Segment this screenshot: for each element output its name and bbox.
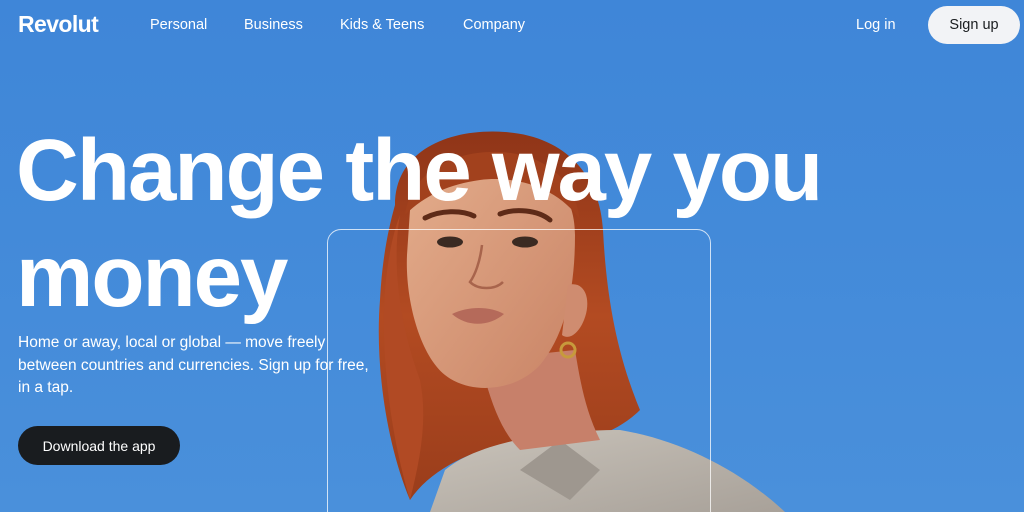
signup-button[interactable]: Sign up <box>928 6 1020 44</box>
hero-subtitle-line3: in a tap. <box>18 379 74 396</box>
nav-company[interactable]: Company <box>463 17 525 33</box>
hero-subtitle-line2: between countries and currencies. Sign u… <box>18 356 369 374</box>
hero-headline-line2: money <box>16 228 288 325</box>
download-app-button[interactable]: Download the app <box>18 426 180 465</box>
nav-personal[interactable]: Personal <box>150 17 207 33</box>
hero-subtitle: Home or away, local or global — move fre… <box>18 332 418 400</box>
revolut-logo[interactable]: Revolut <box>18 11 99 38</box>
hero-headline-line1: Change the way you <box>16 122 823 219</box>
nav-kids-teens[interactable]: Kids & Teens <box>340 17 424 33</box>
hero-subtitle-line1: Home or away, local or global — move fre… <box>18 334 326 351</box>
nav-business[interactable]: Business <box>244 17 303 33</box>
revolut-landing-page: Revolut Personal Business Kids & Teens C… <box>0 0 1024 512</box>
hero-headline: Change the way you money <box>16 118 916 330</box>
login-link[interactable]: Log in <box>856 17 896 33</box>
